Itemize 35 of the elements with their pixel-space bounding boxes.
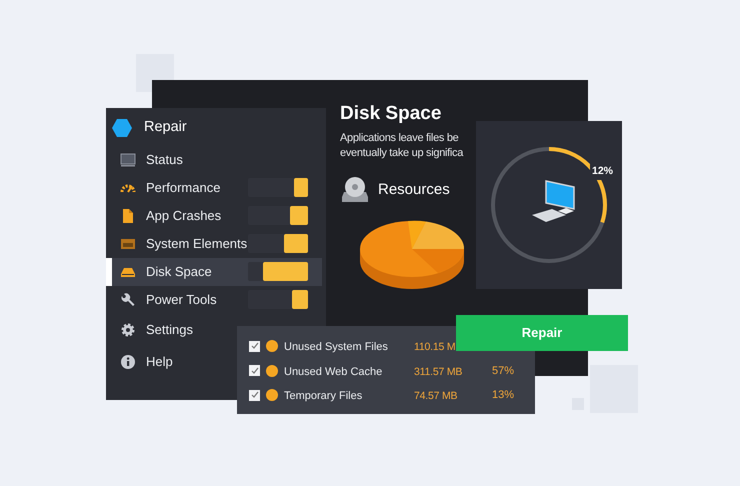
sidebar-item[interactable]: Power Tools: [106, 286, 219, 314]
check-icon: [250, 391, 258, 400]
document-icon: [120, 208, 136, 224]
app-title: Repair: [144, 118, 187, 138]
page-title: Disk Space: [340, 102, 442, 126]
checkbox[interactable]: [249, 340, 260, 352]
file-size: 110.15 M: [414, 341, 456, 354]
disk-drive-icon: [340, 175, 370, 205]
percent-reading: 12%: [590, 164, 616, 180]
checkbox[interactable]: [249, 390, 260, 401]
file-percent: 57%: [492, 364, 514, 378]
sidebar-item[interactable]: System Elements: [106, 230, 250, 258]
sidebar-item[interactable]: Help: [106, 346, 175, 378]
check-icon: [250, 366, 258, 375]
description-line: eventually take up significa: [340, 146, 464, 161]
sidebar-item[interactable]: Status: [106, 146, 185, 174]
checkbox[interactable]: [249, 365, 260, 376]
sidebar-item[interactable]: Performance: [106, 174, 222, 202]
file-percent: 13%: [492, 388, 514, 403]
description-line: Applications leave files be: [340, 131, 458, 146]
wrench-icon: [120, 292, 136, 308]
section-title: Resources: [378, 180, 450, 200]
file-size: 74.57 MB: [414, 390, 458, 402]
check-icon: [250, 342, 258, 350]
hexagon-logo-icon: [112, 119, 132, 137]
sidebar-item[interactable]: App Crashes: [106, 202, 224, 230]
info-icon: [120, 354, 136, 370]
gear-icon: [120, 322, 136, 338]
file-label: Unused System Files: [284, 341, 388, 354]
monitor-icon: [120, 152, 136, 168]
file-size: 311.57 MB: [414, 366, 462, 378]
file-label: Unused Web Cache: [284, 366, 382, 378]
cabinet-icon: [120, 236, 136, 252]
file-label: Temporary Files: [284, 390, 362, 402]
sidebar-item[interactable]: Settings: [106, 314, 195, 346]
